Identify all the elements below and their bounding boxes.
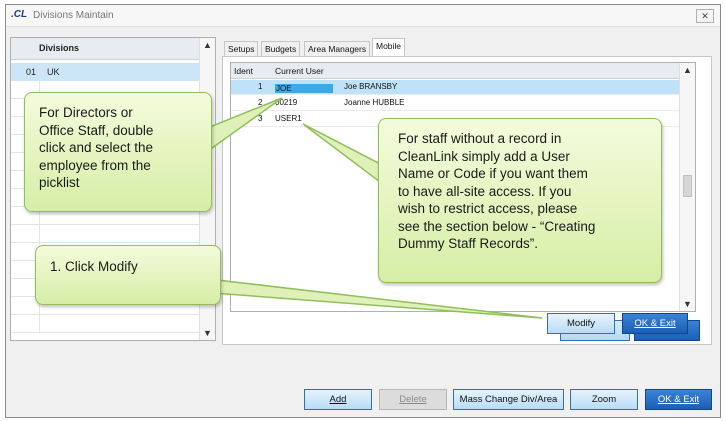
callout-line: For staff without a record in <box>398 131 562 146</box>
callout-line: employee from the <box>39 157 151 173</box>
row-current-user[interactable]: 00219 <box>275 98 297 107</box>
inner-ok-exit-button[interactable]: OK & Exit <box>622 313 688 334</box>
current-user-column-header: Current User <box>275 66 324 76</box>
row-employee-name: Joe BRANSBY <box>344 82 398 91</box>
scroll-down-icon[interactable]: ▼ <box>200 328 215 338</box>
row-current-user[interactable]: USER1 <box>275 114 302 123</box>
mass-change-button[interactable]: Mass Change Div/Area <box>453 389 564 410</box>
mobile-grid-scroll-thumb[interactable] <box>683 175 692 197</box>
division-row[interactable]: 01 UK <box>11 63 200 81</box>
callout-line: to have all-site access. If you <box>398 183 572 199</box>
tab-mobile[interactable]: Mobile <box>372 38 406 57</box>
mobile-grid-scrollbar[interactable]: ▲ ▼ <box>679 63 695 311</box>
tab-setups[interactable]: Setups <box>224 41 259 56</box>
callout-line: see the section below - “Creating <box>398 218 596 234</box>
callout-line: For Directors or <box>39 105 133 120</box>
app-logo-icon: .CL <box>11 9 28 20</box>
add-button[interactable]: Add <box>304 389 372 410</box>
tab-area-managers[interactable]: Area Managers <box>304 41 371 56</box>
scroll-up-icon[interactable]: ▲ <box>200 40 215 50</box>
row-ident: 3 <box>258 114 263 123</box>
row-ident: 1 <box>258 82 263 91</box>
division-code: 01 <box>26 67 37 77</box>
callout-line: wish to restrict access, please <box>398 201 578 216</box>
callout-line: click and select the <box>39 140 154 155</box>
callout-line: picklist <box>39 175 80 190</box>
callout-line: 1. Click Modify <box>50 259 138 274</box>
window-title: Divisions Maintain <box>33 10 114 21</box>
divisions-header: Divisions <box>11 38 200 60</box>
staff-callout: For staff without a record in CleanLink … <box>378 118 662 283</box>
zoom-button[interactable]: Zoom <box>570 389 638 410</box>
ident-column-header: Ident <box>234 66 253 76</box>
directors-callout: For Directors or Office Staff, double cl… <box>24 92 212 212</box>
current-user-value[interactable]: JOE <box>275 84 333 93</box>
callout-line: Office Staff, double <box>39 122 154 138</box>
scroll-down-icon[interactable]: ▼ <box>680 299 695 309</box>
modify-button[interactable]: Modify <box>547 313 615 334</box>
callout-line: CleanLink simply add a User <box>398 148 570 164</box>
row-ident: 2 <box>258 98 263 107</box>
scroll-up-icon[interactable]: ▲ <box>680 65 695 75</box>
modify-callout: 1. Click Modify <box>35 245 221 305</box>
callout-line: Name or Code if you want them <box>398 166 588 181</box>
title-bar: .CL Divisions Maintain ✕ <box>6 5 720 27</box>
mobile-grid-row[interactable]: 1 JOE Joe BRANSBY <box>231 80 680 95</box>
row-employee-name: Joanne HUBBLE <box>344 98 405 107</box>
mobile-grid-header: Ident Current User <box>231 63 680 79</box>
divisions-column-header: Divisions <box>39 43 80 53</box>
ok-exit-button[interactable]: OK & Exit <box>645 389 712 410</box>
delete-button[interactable]: Delete <box>379 389 447 410</box>
division-name: UK <box>47 67 60 77</box>
mobile-grid-row[interactable]: 2 00219 Joanne HUBBLE <box>231 96 680 111</box>
close-button[interactable]: ✕ <box>696 9 714 23</box>
tab-budgets[interactable]: Budgets <box>261 41 301 56</box>
callout-line: Dummy Staff Records”. <box>398 236 539 251</box>
